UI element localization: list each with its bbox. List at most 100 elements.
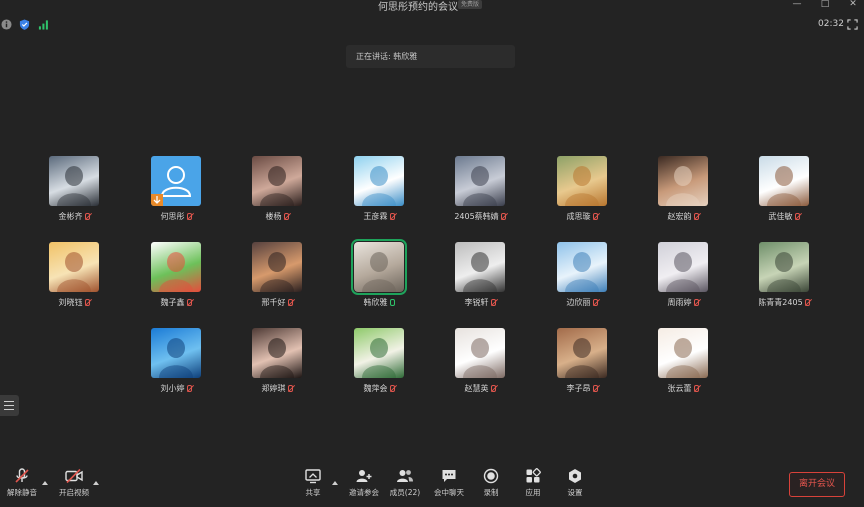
participant-avatar[interactable] (455, 328, 505, 378)
record-label: 录制 (483, 488, 499, 497)
participant-name-text: 何思彤 (160, 212, 185, 221)
members-button[interactable]: 成员(22) (385, 468, 425, 498)
participant-avatar[interactable] (759, 242, 809, 292)
apps-button[interactable]: 应用 (513, 468, 553, 498)
shield-icon[interactable] (19, 19, 30, 30)
participant-name-text: 周雨婷 (667, 298, 692, 307)
participant-avatar[interactable] (252, 242, 302, 292)
profile-photo (260, 338, 294, 378)
settings-button[interactable]: 设置 (555, 468, 595, 498)
profile-photo (463, 338, 497, 378)
participant-avatar[interactable] (455, 242, 505, 292)
participant-name-text: 韩欣雅 (363, 298, 388, 307)
participant-avatar[interactable] (658, 156, 708, 206)
profile-photo (565, 338, 599, 378)
participant-avatar[interactable] (151, 242, 201, 292)
share-button[interactable]: 共享 (293, 468, 333, 498)
video-options-caret[interactable] (93, 481, 99, 485)
participant-avatar[interactable] (151, 328, 201, 378)
participant-avatar[interactable] (658, 242, 708, 292)
participant-avatar[interactable] (455, 156, 505, 206)
mic-muted-icon (693, 213, 699, 220)
participant-avatar[interactable] (557, 328, 607, 378)
participant-avatar[interactable] (557, 242, 607, 292)
participant-name-text: 金彬齐 (58, 212, 83, 221)
meeting-title: 何思彤预约的会议 (378, 2, 458, 13)
participant-avatar[interactable] (658, 328, 708, 378)
edition-badge: 免费版 (458, 0, 483, 9)
participant-avatar[interactable] (252, 156, 302, 206)
participant-name-text: 邢千好 (261, 298, 286, 307)
apps-label: 应用 (525, 488, 541, 497)
chat-icon (442, 470, 456, 482)
participant-name: 陈青青2405 (734, 297, 834, 308)
audio-options-caret[interactable] (42, 481, 48, 485)
mic-muted-icon (84, 299, 90, 306)
participant-avatar[interactable] (557, 156, 607, 206)
mic-muted-icon (693, 299, 699, 306)
participant-name-text: 李子昂 (566, 384, 591, 393)
add-person-icon (356, 470, 372, 482)
chat-label: 会中聊天 (434, 488, 464, 497)
mic-muted-icon (186, 299, 192, 306)
participant-name: 2405蔡韩婧 (430, 211, 530, 222)
participant-name-text: 赵慧英 (464, 384, 489, 393)
record-button[interactable]: 录制 (471, 468, 511, 498)
participant-name-text: 边欣丽 (566, 298, 591, 307)
participant-avatar[interactable] (354, 328, 404, 378)
invite-button[interactable]: 邀请参会 (344, 468, 384, 498)
participant-avatar[interactable] (759, 156, 809, 206)
record-icon (483, 468, 499, 484)
mic-muted-icon (592, 299, 598, 306)
mic-muted-icon (693, 385, 699, 392)
participant-avatar[interactable] (49, 242, 99, 292)
unmute-button[interactable]: 解除静音 (2, 468, 42, 498)
mic-muted-icon (283, 213, 289, 220)
mic-muted-icon (490, 299, 496, 306)
invite-label: 邀请参会 (349, 488, 379, 497)
info-icon[interactable] (1, 19, 12, 30)
start-video-button[interactable]: 开启视频 (54, 468, 94, 498)
participant-avatar[interactable] (252, 328, 302, 378)
participant-name: 周雨婷 (633, 297, 733, 308)
participant-avatar[interactable] (354, 156, 404, 206)
mic-muted-icon (186, 213, 192, 220)
participant-name-text: 王彦霖 (363, 212, 388, 221)
profile-photo (767, 166, 801, 206)
participant-name: 郑婷琪 (227, 383, 327, 394)
mic-muted-icon (389, 213, 395, 220)
share-screen-icon (305, 469, 321, 484)
profile-photo (666, 338, 700, 378)
participant-name-text: 楼杨 (265, 212, 282, 221)
mic-muted-icon (794, 213, 800, 220)
participant-name: 张云蕾 (633, 383, 733, 394)
default-avatar-icon (151, 166, 192, 206)
participant-name-text: 魏子鑫 (160, 298, 185, 307)
participant-name-text: 赵宏韵 (667, 212, 692, 221)
profile-photo (57, 166, 91, 206)
leave-meeting-button[interactable]: 离开会议 (789, 472, 845, 497)
minimize-icon[interactable]: — (790, 0, 804, 10)
participant-avatar[interactable] (151, 156, 201, 206)
participant-avatar[interactable] (351, 239, 407, 295)
camera-off-icon (65, 468, 83, 484)
participant-name: 邢千好 (227, 297, 327, 308)
signal-strength-icon[interactable] (38, 19, 49, 30)
maximize-icon[interactable]: □ (818, 0, 832, 10)
side-panel-toggle[interactable] (0, 395, 19, 416)
profile-photo (767, 252, 801, 292)
mic-muted-icon (186, 385, 192, 392)
mic-muted-icon (389, 385, 395, 392)
close-icon[interactable]: ✕ (846, 0, 860, 10)
fullscreen-icon[interactable] (847, 19, 858, 30)
participant-name-text: 李锐轩 (464, 298, 489, 307)
participant-name: 刘晓钰 (24, 297, 124, 308)
participant-name: 楼杨 (227, 211, 327, 222)
members-label: 成员(22) (389, 488, 421, 497)
share-options-caret[interactable] (332, 481, 338, 485)
profile-photo (362, 252, 396, 292)
participant-name-text: 刘小婷 (160, 384, 185, 393)
participant-name: 赵慧英 (430, 383, 530, 394)
chat-button[interactable]: 会中聊天 (429, 468, 469, 498)
participant-avatar[interactable] (49, 156, 99, 206)
